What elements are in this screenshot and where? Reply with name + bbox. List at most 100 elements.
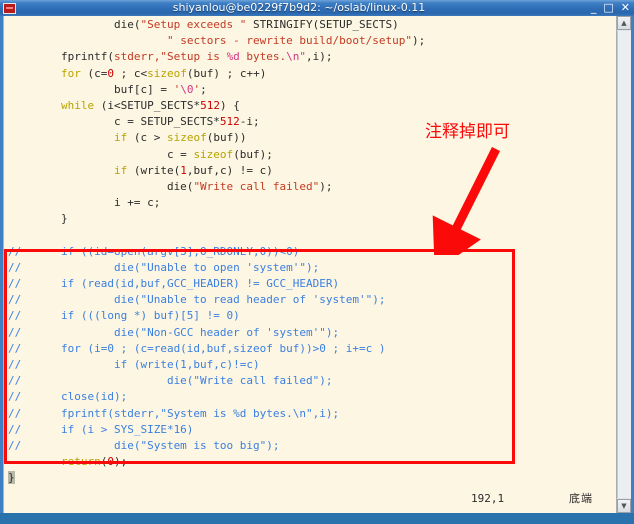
code-token: (buf); — [233, 147, 273, 161]
code-line: c = sizeof(buf); — [4, 147, 617, 163]
code-token: if — [113, 131, 128, 145]
code-line: // if ((id=open(argv[3],O_RDONLY,0))<0) — [4, 244, 617, 260]
code-token: sizeof — [166, 131, 207, 145]
code-token: // die("Unable to open 'system'"); — [8, 260, 320, 274]
code-token: (buf) ; c++) — [186, 66, 267, 80]
code-token: (c= — [80, 66, 108, 80]
code-line: die("Setup exceeds " STRINGIFY(SETUP_SEC… — [4, 17, 617, 33]
code-token: 0 — [107, 455, 114, 469]
code-line: // die("Non-GCC header of 'system'"); — [4, 325, 617, 341]
code-text[interactable]: die("Setup exceeds " STRINGIFY(SETUP_SEC… — [4, 16, 617, 486]
window-controls: _ □ ✕ — [591, 0, 630, 16]
code-token: ; — [200, 82, 207, 96]
code-line: for (c=0 ; c<sizeof(buf) ; c++) — [4, 66, 617, 82]
code-line: " sectors - rewrite build/boot/setup"); — [4, 33, 617, 49]
code-token: ; c< — [113, 66, 148, 80]
terminal-icon — [3, 2, 16, 14]
code-token: // die("Non-GCC header of 'system'"); — [8, 325, 340, 339]
code-token: bytes. — [239, 50, 287, 64]
code-line: // for (i=0 ; (c=read(id,buf,sizeof buf)… — [4, 341, 617, 357]
code-line: } — [4, 470, 617, 486]
code-line: // close(id); — [4, 389, 617, 405]
code-token: c = — [8, 147, 194, 161]
window-titlebar[interactable]: shiyanlou@be0229f7b9d2: ~/oslab/linux-0.… — [0, 0, 634, 16]
code-token: (c > — [127, 131, 167, 145]
close-button[interactable]: ✕ — [621, 0, 630, 16]
code-line: return(0); — [4, 454, 617, 470]
code-line: if (write(1,buf,c) != c) — [4, 163, 617, 179]
code-line: // die("Write call failed"); — [4, 373, 617, 389]
code-token: (buf)) — [206, 131, 247, 145]
code-token: buf[c] = — [8, 82, 174, 96]
code-token: STRINGIFY(SETUP_SECTS) — [246, 18, 399, 31]
code-token: // die("Unable to read header of 'system… — [8, 293, 386, 307]
code-token: die( — [8, 18, 141, 31]
code-token: return — [60, 455, 101, 469]
code-token: 512 — [200, 98, 220, 112]
code-token: // if (read(id,buf,GCC_HEADER) != GCC_HE… — [8, 277, 340, 290]
code-token: // if ((id=open(argv[3],O_RDONLY,0))<0) — [8, 244, 300, 258]
scroll-up-icon[interactable]: ▲ — [617, 16, 631, 30]
code-line: // die("Unable to open 'system'"); — [4, 260, 617, 276]
code-token: sizeof — [193, 147, 234, 161]
code-line: die("Write call failed"); — [4, 179, 617, 195]
code-token: if — [113, 163, 128, 177]
code-token: -i; — [239, 115, 260, 129]
code-token: stderr, — [113, 50, 161, 64]
scrollbar-track[interactable] — [617, 31, 631, 498]
code-token: (write( — [127, 163, 181, 177]
statusline-ruler: 192,1 — [471, 492, 505, 505]
code-token: "Setup exceeds " — [140, 18, 247, 31]
code-token: "Setup is — [160, 50, 227, 64]
annotation-note: 注释掉即可 — [425, 122, 510, 142]
code-line: // die("Unable to read header of 'system… — [4, 292, 617, 308]
code-token: // if (i > SYS_SIZE*16) — [8, 422, 194, 436]
vim-statusline: 192,1 底端 — [4, 491, 617, 507]
code-line: // die("System is too big"); — [4, 438, 617, 454]
code-token: (i<SETUP_SECTS* — [94, 98, 201, 112]
code-token: // if (write(1,buf,c)!=c) — [8, 357, 260, 371]
terminal-window: shiyanlou@be0229f7b9d2: ~/oslab/linux-0.… — [0, 0, 634, 513]
code-token: \n" — [286, 50, 307, 64]
vertical-scrollbar[interactable]: ▲ ▼ — [616, 16, 631, 513]
code-token: ,i); — [306, 50, 333, 64]
code-token: ,buf,c) != c) — [186, 163, 273, 177]
code-token: 1 — [180, 163, 187, 177]
scroll-down-icon[interactable]: ▼ — [617, 499, 631, 513]
code-token: // die("Write call failed"); — [8, 374, 333, 388]
code-line: // fprintf(stderr,"System is %d bytes.\n… — [4, 406, 617, 422]
code-line: if (c > sizeof(buf)) — [4, 130, 617, 146]
code-line: fprintf(stderr,"Setup is %d bytes.\n",i)… — [4, 49, 617, 65]
code-token: \0 — [180, 82, 194, 96]
minimize-button[interactable]: _ — [591, 0, 597, 16]
code-token: ) { — [219, 98, 240, 112]
code-line: // if (write(1,buf,c)!=c) — [4, 357, 617, 373]
code-token: ); — [412, 34, 426, 48]
code-line: buf[c] = '\0'; — [4, 82, 617, 98]
code-token: // die("System is too big"); — [8, 438, 280, 452]
code-token: // if (((long *) buf)[5] != 0) — [8, 309, 240, 323]
code-token: " sectors - rewrite build/boot/setup" — [166, 34, 412, 48]
code-token: ); — [319, 179, 333, 193]
code-token: for — [60, 66, 81, 80]
maximize-button[interactable]: □ — [603, 0, 613, 16]
code-token: } — [8, 471, 15, 485]
code-line: while (i<SETUP_SECTS*512) { — [4, 98, 617, 114]
code-line: i += c; — [4, 195, 617, 211]
vim-editor[interactable]: die("Setup exceeds " STRINGIFY(SETUP_SEC… — [3, 16, 616, 513]
code-line: // if (((long *) buf)[5] != 0) — [4, 308, 617, 324]
code-token: c = SETUP_SECTS* — [8, 115, 220, 129]
code-token: // close(id); — [8, 390, 128, 404]
code-token: fprintf( — [8, 50, 114, 64]
code-token: 0 — [107, 66, 114, 80]
code-token: // fprintf(stderr,"System is %d bytes.\n… — [8, 406, 340, 420]
statusline-position: 底端 — [569, 492, 593, 505]
code-line: } — [4, 211, 617, 227]
code-token: while — [60, 98, 95, 112]
code-token: // for (i=0 ; (c=read(id,buf,sizeof buf)… — [8, 341, 386, 355]
